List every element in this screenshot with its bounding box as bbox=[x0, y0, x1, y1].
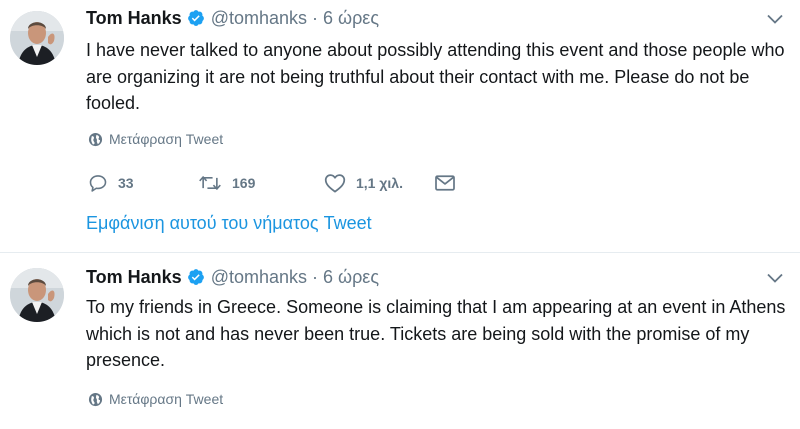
user-name[interactable]: Tom Hanks bbox=[86, 267, 182, 288]
avatar[interactable] bbox=[10, 11, 64, 65]
like-count: 1,1 χιλ. bbox=[356, 175, 403, 191]
timestamp[interactable]: 6 ώρες bbox=[323, 8, 379, 29]
avatar-image bbox=[10, 268, 64, 322]
tweet-header: Tom Hanks @tomhanks · 6 ώρες bbox=[86, 6, 379, 30]
tweet-text: To my friends in Greece. Someone is clai… bbox=[86, 297, 786, 370]
avatar[interactable] bbox=[10, 268, 64, 322]
chevron-down-icon bbox=[767, 14, 783, 24]
verified-badge-icon bbox=[187, 269, 204, 285]
chevron-down-icon bbox=[767, 273, 783, 283]
like-button[interactable]: 1,1 χιλ. bbox=[324, 173, 434, 193]
verified-badge-icon bbox=[187, 10, 204, 26]
show-thread-link[interactable]: Εμφάνιση αυτού του νήματος Tweet bbox=[86, 213, 372, 234]
tweet-menu-button[interactable] bbox=[764, 8, 786, 30]
tweet[interactable]: Tom Hanks @tomhanks · 6 ώρες I have neve… bbox=[0, 0, 800, 253]
avatar-image bbox=[10, 11, 64, 65]
reply-button[interactable]: 33 bbox=[88, 173, 198, 193]
timestamp[interactable]: 6 ώρες bbox=[323, 267, 379, 288]
user-name[interactable]: Tom Hanks bbox=[86, 8, 182, 29]
retweet-button[interactable]: 169 bbox=[198, 173, 324, 193]
direct-message-button[interactable] bbox=[434, 174, 456, 192]
globe-icon bbox=[88, 132, 103, 146]
retweet-count: 169 bbox=[232, 175, 256, 191]
user-handle[interactable]: @tomhanks bbox=[211, 267, 307, 288]
translate-label: Μετάφραση Tweet bbox=[109, 391, 224, 407]
reply-icon bbox=[89, 175, 107, 192]
retweet-icon bbox=[199, 176, 221, 190]
tweet-header: Tom Hanks @tomhanks · 6 ώρες bbox=[86, 265, 379, 289]
tweet-actions: 33 169 1,1 χιλ. bbox=[88, 170, 456, 196]
separator-dot: · bbox=[312, 266, 318, 287]
user-handle[interactable]: @tomhanks bbox=[211, 8, 307, 29]
tweet-text: I have never talked to anyone about poss… bbox=[86, 40, 785, 113]
envelope-icon bbox=[435, 175, 455, 191]
reply-count: 33 bbox=[118, 175, 134, 191]
globe-icon bbox=[88, 392, 103, 406]
translate-tweet-link[interactable]: Μετάφραση Tweet bbox=[88, 131, 223, 147]
heart-icon bbox=[324, 174, 346, 193]
translate-label: Μετάφραση Tweet bbox=[109, 131, 224, 147]
translate-tweet-link[interactable]: Μετάφραση Tweet bbox=[88, 391, 223, 407]
separator-dot: · bbox=[312, 7, 318, 28]
tweet-menu-button[interactable] bbox=[764, 267, 786, 289]
